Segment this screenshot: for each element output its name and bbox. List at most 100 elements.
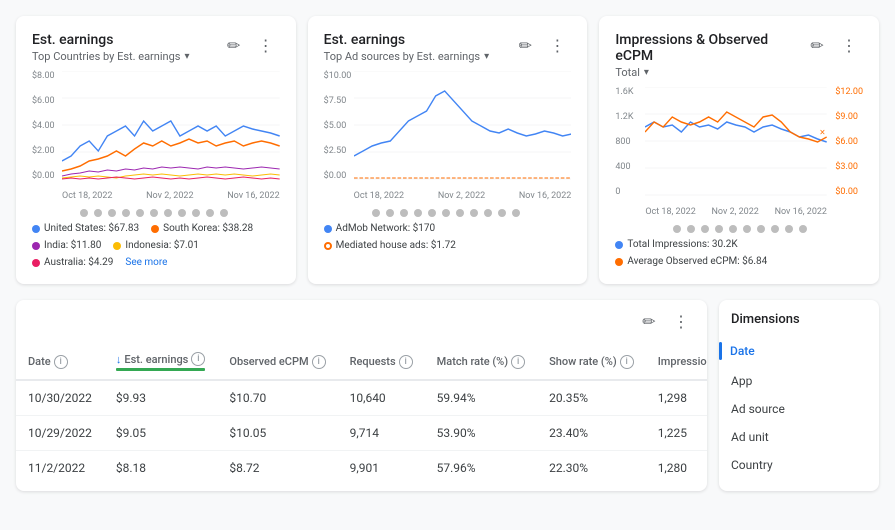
info-icon-match[interactable]: i (511, 355, 525, 369)
y-axis-sources: $10.00 $7.50 $5.00 $2.50 $0.00 (324, 71, 352, 181)
cell-imp-2: 1,225 (646, 416, 707, 451)
card-header-sources: Est. earnings Top Ad sources by Est. ear… (324, 32, 572, 63)
col-match-rate: Match rate (%) i (425, 344, 537, 380)
cell-requests-1: 10,640 (338, 380, 425, 416)
cell-date-2: 10/29/2022 (16, 416, 104, 451)
cell-earnings-2: $9.05 (104, 416, 218, 451)
cell-date-1: 10/30/2022 (16, 380, 104, 416)
x-axis-ecpm: Oct 18, 2022 Nov 2, 2022 Nov 16, 2022 (645, 207, 827, 217)
svg-text:✕: ✕ (820, 128, 826, 137)
card-actions-sources: ✏ ⋮ (511, 32, 571, 60)
card-subtitle-sources[interactable]: Top Ad sources by Est. earnings ▾ (324, 50, 489, 63)
more-button-ecpm[interactable]: ⋮ (835, 32, 863, 60)
table-header-row: Date i ↓ Est. earnings i (16, 344, 707, 380)
legend-item-mediated: Mediated house ads: $1.72 (324, 240, 456, 251)
chart-inner-sources (354, 71, 572, 181)
charts-section: Est. earnings Top Countries by Est. earn… (0, 0, 895, 300)
col-est-earnings: ↓ Est. earnings i (104, 344, 218, 380)
table-row: 10/30/2022 $9.93 $10.70 10,640 59.94% 20… (16, 380, 707, 416)
dots-row-ecpm (615, 225, 863, 233)
y-axis-countries: $8.00 $6.00 $4.00 $2.00 $0.00 (32, 71, 55, 181)
table-row: 11/2/2022 $8.18 $8.72 9,901 57.96% 22.30… (16, 451, 707, 486)
y-axis-left-ecpm: 1.6K 1.2K 800 400 0 (615, 87, 633, 197)
info-icon-show[interactable]: i (620, 355, 634, 369)
y-axis-right-ecpm: $12.00 $9.00 $6.00 $3.00 $0.00 (835, 87, 863, 197)
table-card-header: ✏ ⋮ (16, 300, 707, 344)
legend-dot-australia (32, 259, 40, 267)
info-icon-date[interactable]: i (54, 355, 68, 369)
subtitle-dropdown-countries: ▾ (184, 51, 189, 62)
table-edit-button[interactable]: ✏ (635, 308, 663, 336)
est-earnings-sources-card: Est. earnings Top Ad sources by Est. ear… (308, 16, 588, 284)
legend-see-more[interactable]: See more (125, 257, 167, 268)
dimensions-panel: Dimensions Date App Ad source Ad unit Co… (719, 300, 879, 491)
legend-countries: United States: $67.83 South Korea: $38.2… (32, 223, 280, 268)
dim-active-indicator (719, 342, 722, 360)
col-show-rate: Show rate (%) i (537, 344, 646, 380)
card-subtitle-countries[interactable]: Top Countries by Est. earnings ▾ (32, 50, 189, 63)
cell-earnings-3: $8.18 (104, 451, 218, 486)
cell-ecpm-2: $10.05 (217, 416, 337, 451)
dim-item-country[interactable]: Country (719, 451, 879, 479)
chart-svg-countries (62, 71, 280, 181)
legend-item-impressions: Total Impressions: 30.2K (615, 239, 737, 250)
cell-date-3: 11/2/2022 (16, 451, 104, 486)
cell-earnings-1: $9.93 (104, 380, 218, 416)
more-button-sources[interactable]: ⋮ (543, 32, 571, 60)
legend-item-india: India: $11.80 (32, 240, 101, 251)
info-icon-requests[interactable]: i (399, 355, 413, 369)
card-title-group: Est. earnings Top Countries by Est. earn… (32, 32, 189, 63)
cell-ecpm-1: $10.70 (217, 380, 337, 416)
legend-dot-india (32, 242, 40, 250)
legend-dot-indonesia (113, 242, 121, 250)
dots-row-sources (324, 209, 572, 217)
card-title-countries: Est. earnings (32, 32, 189, 48)
dim-item-app[interactable]: App (719, 367, 879, 395)
data-table: Date i ↓ Est. earnings i (16, 344, 707, 485)
dim-item-date[interactable]: Date (719, 335, 879, 367)
edit-button-sources[interactable]: ✏ (511, 32, 539, 60)
cell-match-1: 59.94% (425, 380, 537, 416)
x-axis-countries: Oct 18, 2022 Nov 2, 2022 Nov 16, 2022 (62, 191, 280, 201)
info-icon-ecpm-col[interactable]: i (312, 355, 326, 369)
legend-item-indonesia: Indonesia: $7.01 (113, 240, 198, 251)
edit-button-ecpm[interactable]: ✏ (803, 32, 831, 60)
chart-inner-countries (62, 71, 280, 181)
dim-item-ad-unit[interactable]: Ad unit (719, 423, 879, 451)
legend-item-korea: South Korea: $38.28 (151, 223, 253, 234)
table-row: 10/29/2022 $9.05 $10.05 9,714 53.90% 23.… (16, 416, 707, 451)
cell-imp-1: 1,298 (646, 380, 707, 416)
legend-dot-korea (151, 225, 159, 233)
chart-area-sources: $10.00 $7.50 $5.00 $2.50 $0.00 (324, 71, 572, 201)
cell-requests-2: 9,714 (338, 416, 425, 451)
subtitle-dropdown-sources: ▾ (484, 51, 489, 62)
dim-item-ad-source[interactable]: Ad source (719, 395, 879, 423)
cell-show-1: 20.35% (537, 380, 646, 416)
dimensions-title: Dimensions (719, 312, 879, 335)
col-impressions: Impressions i (646, 344, 707, 380)
edit-button-countries[interactable]: ✏ (220, 32, 248, 60)
card-actions-ecpm: ✏ ⋮ (803, 32, 863, 60)
chart-area-countries: $8.00 $6.00 $4.00 $2.00 $0.00 (32, 71, 280, 201)
table-more-button[interactable]: ⋮ (667, 308, 695, 336)
chart-svg-ecpm: ✕ (645, 87, 827, 197)
chart-area-ecpm: 1.6K 1.2K 800 400 0 $12.00 $9.00 $6.00 $… (615, 87, 863, 217)
card-title-group-sources: Est. earnings Top Ad sources by Est. ear… (324, 32, 489, 63)
impressions-ecpm-card: Impressions & Observed eCPM Total ▾ ✏ ⋮ … (599, 16, 879, 284)
chart-svg-sources (354, 71, 572, 181)
chart-inner-ecpm: ✕ (645, 87, 827, 197)
cell-show-3: 22.30% (537, 451, 646, 486)
bottom-section: ✏ ⋮ Date i ↓ Est. earnings (0, 300, 895, 507)
info-icon-earnings[interactable]: i (191, 352, 205, 366)
table-card: ✏ ⋮ Date i ↓ Est. earnings (16, 300, 707, 491)
legend-item-us: United States: $67.83 (32, 223, 139, 234)
card-subtitle-ecpm[interactable]: Total ▾ (615, 66, 803, 79)
more-button-countries[interactable]: ⋮ (252, 32, 280, 60)
cell-ecpm-3: $8.72 (217, 451, 337, 486)
legend-dot-avg-ecpm (615, 258, 623, 266)
cell-imp-3: 1,280 (646, 451, 707, 486)
legend-sources: AdMob Network: $170 Mediated house ads: … (324, 223, 572, 251)
earnings-sort-bar (116, 368, 206, 371)
card-title-group-ecpm: Impressions & Observed eCPM Total ▾ (615, 32, 803, 79)
legend-item-avg-ecpm: Average Observed eCPM: $6.84 (615, 256, 767, 267)
